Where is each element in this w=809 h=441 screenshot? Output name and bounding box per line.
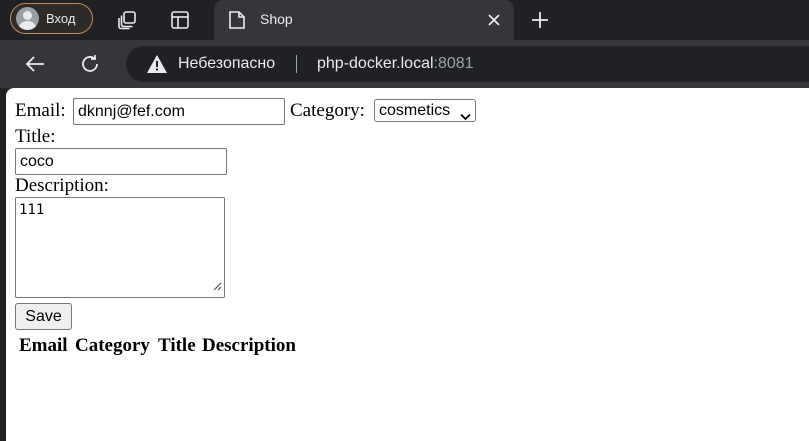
category-selected-value: cosmetics	[379, 102, 451, 119]
new-tab-icon[interactable]	[528, 8, 552, 32]
save-button[interactable]: Save	[15, 303, 72, 330]
warning-icon[interactable]	[146, 54, 168, 79]
category-label: Category:	[290, 100, 365, 121]
table-header-category: Category	[75, 335, 150, 356]
title-input[interactable]: coco	[15, 148, 227, 175]
category-select[interactable]: cosmetics	[374, 99, 476, 122]
table-header-description: Description	[202, 335, 296, 356]
profile-button[interactable]: Вход	[10, 3, 93, 34]
active-tab[interactable]: Shop	[214, 0, 514, 40]
description-label: Description:	[15, 175, 109, 196]
avatar-icon	[16, 7, 39, 30]
url-port: :8081	[433, 55, 474, 72]
security-label[interactable]: Небезопасно	[178, 55, 275, 73]
table-header-email: Email	[19, 335, 68, 356]
browser-toolbar: Небезопасно php-docker.local:8081	[0, 40, 809, 88]
profile-label: Вход	[46, 11, 76, 26]
address-bar[interactable]: Небезопасно php-docker.local:8081	[126, 46, 809, 82]
page-viewport: Email: dknnj@fef.com Category: cosmetics…	[6, 88, 809, 441]
omnibox-divider	[296, 55, 297, 73]
back-arrow-icon[interactable]	[23, 52, 47, 76]
workspaces-icon[interactable]	[115, 8, 139, 32]
email-label: Email:	[15, 100, 66, 121]
tab-title: Shop	[260, 11, 293, 27]
title-label: Title:	[15, 126, 56, 147]
description-textarea[interactable]: 111	[15, 197, 225, 298]
url-text[interactable]: php-docker.local:8081	[317, 55, 474, 73]
url-host: php-docker.local	[317, 55, 434, 72]
tab-search-icon[interactable]	[168, 8, 192, 32]
chevron-down-icon	[460, 106, 471, 127]
description-value: 111	[19, 202, 45, 218]
email-input[interactable]: dknnj@fef.com	[73, 98, 285, 125]
page-icon	[228, 10, 246, 35]
table-header-title: Title	[158, 335, 196, 356]
resize-grip-icon[interactable]	[213, 279, 222, 295]
reload-icon[interactable]	[78, 52, 102, 76]
tab-strip: Вход Shop	[0, 0, 809, 40]
close-tab-icon[interactable]	[484, 10, 504, 30]
